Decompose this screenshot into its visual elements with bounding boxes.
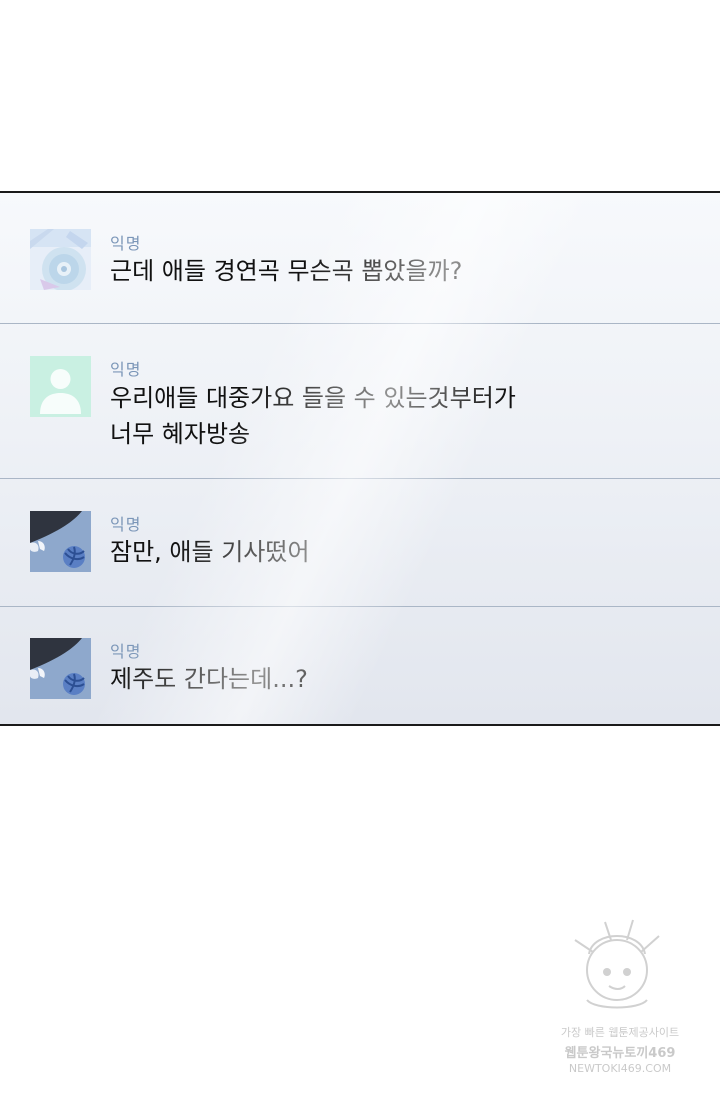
- comment-item: 익명 근데 애들 경연곡 무슨곡 뽑았을까?: [0, 193, 720, 324]
- watermark-line: 가장 빠른 웹툰제공사이트: [560, 1026, 680, 1039]
- default-user-avatar-icon: [30, 356, 91, 417]
- webtoon-page: 익명 근데 애들 경연곡 무슨곡 뽑았을까? 익명 우리애들 대중가요 들을 수…: [0, 0, 720, 1100]
- comment-author: 익명: [110, 360, 142, 379]
- comment-message: 제주도 간다는데...?: [110, 661, 670, 697]
- disc-illustration-avatar-icon: [30, 229, 91, 290]
- comment-item: 익명 잠만, 애들 기사떴어: [0, 479, 720, 607]
- comment-author: 익명: [110, 515, 142, 534]
- comment-message-line: 우리애들 대중가요 들을 수 있는것부터가: [110, 384, 516, 412]
- comment-message-line: 근데 애들 경연곡 무슨곡 뽑았을까?: [110, 257, 463, 285]
- yarn-ball-avatar-icon: [30, 638, 91, 699]
- comment-message-line: 잠만, 애들 기사떴어: [110, 538, 310, 566]
- comment-item: 익명 우리애들 대중가요 들을 수 있는것부터가 너무 혜자방송: [0, 324, 720, 479]
- comment-author: 익명: [110, 642, 142, 661]
- comment-message: 잠만, 애들 기사떴어: [110, 534, 670, 570]
- comment-message-line: 너무 혜자방송: [110, 420, 251, 448]
- comment-item: 익명 제주도 간다는데...?: [0, 607, 720, 724]
- watermark-line: 웹툰왕국뉴토끼469: [564, 1046, 676, 1061]
- comment-message: 근데 애들 경연곡 무슨곡 뽑았을까?: [110, 253, 670, 289]
- yarn-ball-avatar-icon: [30, 511, 91, 572]
- mascot-watermark-icon: [574, 919, 660, 1009]
- comment-panel: 익명 근데 애들 경연곡 무슨곡 뽑았을까? 익명 우리애들 대중가요 들을 수…: [0, 191, 720, 726]
- site-watermark: 가장 빠른 웹툰제공사이트 웹툰왕국뉴토끼469 NEWTOKI469.COM: [545, 910, 695, 1080]
- comment-message-line: 제주도 간다는데...?: [110, 665, 308, 693]
- comment-message: 우리애들 대중가요 들을 수 있는것부터가 너무 혜자방송: [110, 380, 670, 452]
- watermark-line: NEWTOKI469.COM: [568, 1062, 672, 1075]
- comment-author: 익명: [110, 234, 142, 253]
